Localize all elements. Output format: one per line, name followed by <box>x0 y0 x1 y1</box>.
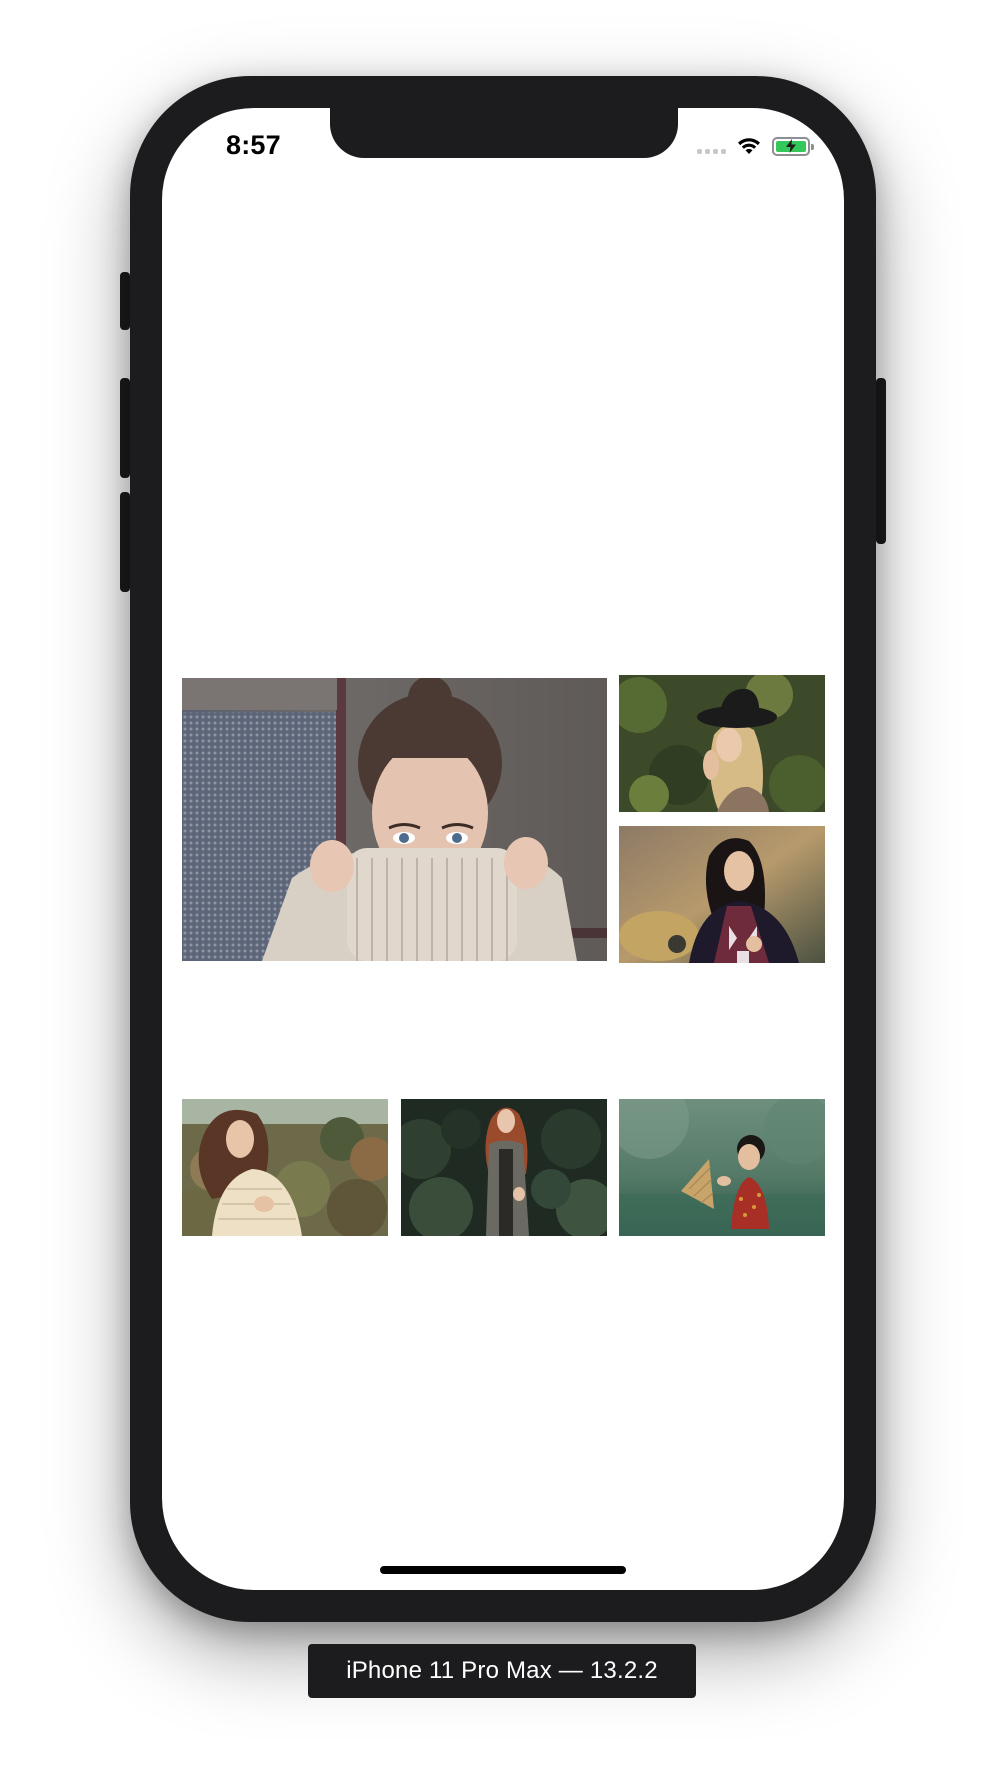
photo-5[interactable] <box>401 1099 607 1236</box>
battery-charging-icon <box>772 136 814 156</box>
power-button <box>876 378 886 544</box>
photo-4[interactable] <box>182 1099 388 1236</box>
mute-switch <box>120 272 130 330</box>
status-time: 8:57 <box>226 130 281 160</box>
photo-2[interactable] <box>619 675 825 812</box>
photo-6[interactable] <box>619 1099 825 1236</box>
status-icons <box>697 134 814 158</box>
device-label: iPhone 11 Pro Max — 13.2.2 <box>308 1644 696 1698</box>
notch <box>330 108 678 158</box>
volume-down-button <box>120 492 130 592</box>
device-screen: 8:57 <box>162 108 844 1590</box>
volume-up-button <box>120 378 130 478</box>
photo-1[interactable] <box>182 678 607 961</box>
cellular-signal-icon <box>697 138 726 154</box>
wifi-icon <box>738 138 760 154</box>
simulator-window: 8:57 iPhone 11 Pro Max — 13.2.2 <box>0 0 1006 1772</box>
home-indicator[interactable] <box>380 1566 626 1574</box>
photo-3[interactable] <box>619 826 825 963</box>
